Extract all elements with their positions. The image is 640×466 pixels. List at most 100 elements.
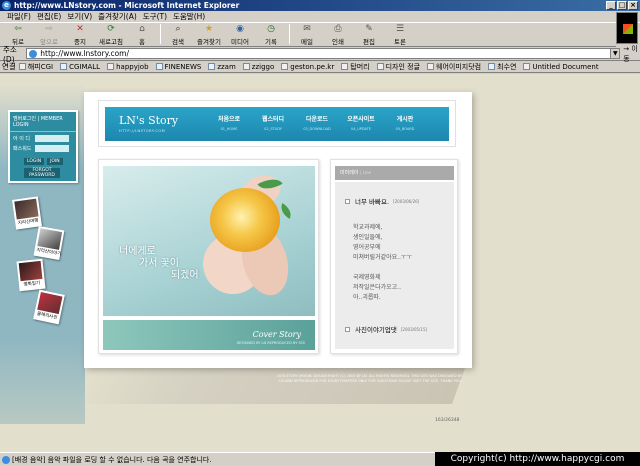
entry-bullet-icon [345, 198, 350, 204]
login-button[interactable]: LOGIN [24, 158, 45, 165]
menu-favorites[interactable]: 즐겨찾기(A) [95, 11, 140, 22]
favorites-icon: ★ [204, 24, 214, 34]
link-item[interactable]: 최수연 [488, 62, 516, 72]
address-input[interactable]: http://www.lnstory.com/ ▼ [26, 48, 621, 59]
photo-card[interactable]: 지리산여행 [12, 196, 42, 230]
entry-body: 학교과제에, 생인일들에, 영어공부에 미쳐버릴거같아요..ㅜㅜ 국제영화제 저… [353, 224, 413, 301]
home-button[interactable]: ⌂ 홈 [127, 23, 157, 46]
link-page-icon [523, 63, 531, 70]
password-input[interactable] [35, 145, 69, 152]
link-item[interactable]: geston.pe.kr [281, 63, 334, 71]
link-item[interactable]: zziggo [242, 63, 274, 71]
address-bar: 주소(D) http://www.lnstory.com/ ▼ → 이동 [0, 45, 640, 64]
address-dropdown-icon[interactable]: ▼ [610, 49, 620, 58]
id-input[interactable] [35, 135, 69, 142]
diary-panel: 미미레이 | Line 너무 바빠요. [2003/06/26] 학교과제에, … [330, 159, 458, 354]
discuss-label: 토론 [394, 38, 406, 46]
rose-flower [210, 188, 280, 252]
link-item[interactable]: CGIMALL [60, 63, 100, 71]
menu-edit[interactable]: 편집(E) [34, 11, 64, 22]
history-button[interactable]: ◷ 기록 [256, 23, 286, 46]
link-page-icon [208, 63, 216, 70]
password-label: 패스워드 [13, 146, 32, 152]
close-button[interactable]: × [628, 1, 638, 10]
link-item[interactable]: happyjob [107, 63, 149, 71]
print-icon: ⎙ [334, 24, 342, 34]
media-button[interactable]: ◉ 미디어 [225, 23, 255, 46]
menu-help[interactable]: 도움말(H) [170, 11, 208, 22]
nav-opensite[interactable]: 오픈사이트 04_UPDATE [339, 111, 383, 131]
login-box: 멤버로그인 | MEMBER LOGIN 아 이 디 패스워드 LOGIN JO… [8, 110, 78, 183]
window-title: http://www.LNstory.com - Microsoft Inter… [14, 1, 240, 10]
discuss-button[interactable]: ☰ 토론 [385, 23, 415, 46]
link-page-icon [155, 63, 163, 70]
print-button[interactable]: ⎙ 인쇄 [323, 23, 353, 46]
edit-label: 편집 [363, 38, 375, 46]
photo-image [14, 198, 39, 220]
search-button[interactable]: ⌕ 검색 [163, 23, 193, 46]
logo-subtitle: HTTP://LNSTORY.COM [119, 129, 166, 133]
media-icon: ◉ [236, 24, 244, 34]
link-item[interactable]: 디자인 정글 [376, 62, 420, 72]
diary-entry[interactable]: 사진이야기업댓 [2003/05/15] [345, 324, 427, 334]
diary-entry[interactable]: 너무 바빠요. [2003/06/26] [345, 196, 419, 206]
forward-button[interactable]: ⇨ 앞으로 [34, 23, 64, 46]
link-item[interactable]: zzam [208, 63, 236, 71]
entry-title: 너무 바빠요. [355, 198, 390, 206]
site-logo[interactable]: LN's Story HTTP://LNSTORY.COM [119, 114, 178, 133]
status-text-area: [배경 음악] 음악 파일을 로딩 할 수 없습니다. 다음 곡을 연주합니다. [0, 455, 432, 465]
forgot-password-button[interactable]: FORGOT PASSWORD [24, 168, 60, 178]
favorites-button[interactable]: ★ 즐겨찾기 [194, 23, 224, 46]
media-label: 미디어 [231, 38, 249, 46]
stop-label: 중지 [74, 38, 86, 46]
menu-tools[interactable]: 도구(T) [140, 11, 170, 22]
join-button[interactable]: JOIN [47, 158, 63, 165]
ie-logo-icon: e [2, 1, 11, 10]
link-page-icon [376, 63, 384, 70]
menu-view[interactable]: 보기(V) [64, 11, 95, 22]
maximize-button[interactable]: □ [617, 1, 627, 10]
photo-image [18, 260, 43, 282]
nav-study[interactable]: 웹스터디 02_STUDY [251, 111, 295, 131]
print-label: 인쇄 [332, 38, 344, 46]
history-label: 기록 [265, 38, 277, 46]
footer-text: LN'S STORY ORIGIN: DESIGN RIGHT (C) 2003… [277, 374, 462, 383]
toolbar: ⇦ 뒤로 ⇨ 앞으로 ✕ 중지 ⟳ 새로고침 ⌂ 홈 ⌕ 검색 ★ 즐겨찾기 ◉ 미디어 ◷ 기록… [0, 23, 616, 47]
windows-logo-icon [616, 12, 638, 44]
edit-button[interactable]: ✎ 편집 [354, 23, 384, 46]
minimize-button[interactable]: _ [606, 1, 616, 10]
photo-card[interactable]: 영화일기 [16, 258, 46, 292]
link-item[interactable]: 탑머리 [341, 62, 370, 72]
links-label: 연결 [2, 62, 16, 71]
link-item[interactable]: 해피CGI [18, 62, 53, 72]
cover-story-bar[interactable]: Cover Story DESIGNED BY LN REPRODUCED BY… [103, 320, 315, 350]
entry-bullet-icon [345, 326, 350, 332]
address-url: http://www.lnstory.com/ [40, 49, 130, 58]
nav-board[interactable]: 게시판 05_BOARD [383, 111, 427, 131]
toolbar-separator [289, 24, 290, 44]
nav-download[interactable]: 다운로드 03_DOWNLOAD [295, 111, 339, 131]
link-item[interactable]: FINENEWS [155, 63, 201, 71]
nav-home[interactable]: 처음으로 01_HOME [207, 111, 251, 131]
refresh-button[interactable]: ⟳ 새로고침 [96, 23, 126, 46]
link-page-icon [107, 63, 115, 70]
forward-arrow-icon: ⇨ [45, 24, 53, 34]
hero-line: 너에게로 [119, 246, 156, 257]
menu-file[interactable]: 파일(F) [4, 11, 34, 22]
link-item[interactable]: Untitled Document [523, 63, 599, 71]
id-row: 아 이 디 [13, 135, 73, 142]
edit-icon: ✎ [365, 24, 373, 34]
link-page-icon [427, 63, 435, 70]
hero-line: 되겠어 [171, 270, 199, 281]
login-title: 멤버로그인 | MEMBER LOGIN [10, 112, 76, 132]
mail-button[interactable]: ✉ 메일 [292, 23, 322, 46]
hero-text: 너에게로 가서 꽃이 되겠어 [119, 246, 199, 282]
window-titlebar: e http://www.LNstory.com - Microsoft Int… [0, 0, 640, 11]
photo-card[interactable]: 지리산이야기 [33, 225, 65, 261]
link-item[interactable]: 웨어이미지닷컴 [427, 62, 481, 72]
login-buttons: LOGIN JOIN [24, 158, 76, 165]
status-page-icon [2, 455, 10, 464]
mail-icon: ✉ [303, 24, 311, 34]
stop-button[interactable]: ✕ 중지 [65, 23, 95, 46]
site-nav: 처음으로 01_HOME 웹스터디 02_STUDY 다운로드 03_DOWNLOAD… [207, 111, 427, 131]
